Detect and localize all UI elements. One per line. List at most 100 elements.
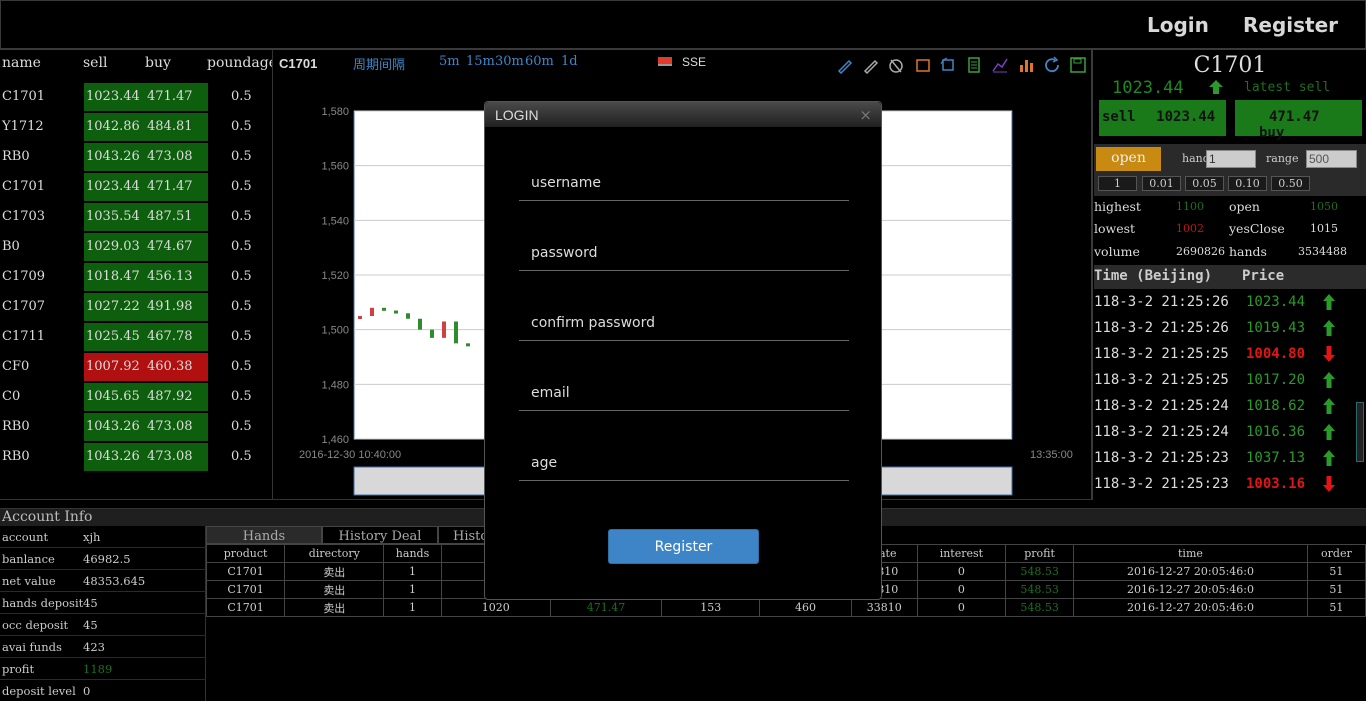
tick-price: 1023.44 (1246, 294, 1306, 310)
list-item[interactable]: CF0 1007.92 460.38 0.5 (0, 352, 272, 382)
list-item[interactable]: RB0 1043.26 473.08 0.5 (0, 412, 272, 442)
up-arrow-icon (1323, 450, 1335, 466)
table-cell: C1701 (205, 580, 286, 599)
buy-button[interactable]: 471.47 buy (1235, 100, 1362, 141)
down-arrow-icon (1323, 476, 1335, 492)
list-item-buy: 473.08 (145, 143, 208, 171)
list-item-name: B0 (2, 239, 20, 254)
latest-sell-label: latest sell (1244, 80, 1331, 95)
table-cell: 2016-12-27 20:05:46:0 (1073, 580, 1308, 599)
candle[interactable] (394, 310, 398, 314)
list-item[interactable]: C1707 1027.22 491.98 0.5 (0, 292, 272, 322)
candle[interactable] (406, 313, 410, 319)
open-button[interactable]: open (1096, 147, 1161, 171)
password-field[interactable] (519, 235, 849, 271)
list-item-poundage: 0.5 (231, 329, 252, 344)
list-item-sell: 1007.92 (84, 353, 145, 381)
list-item-name: RB0 (2, 419, 30, 434)
step-1[interactable]: 1 (1098, 176, 1137, 191)
tick-row: 118-3-2 21:25:26 1019.43 (1094, 316, 1366, 342)
tick-price: 1017.20 (1246, 372, 1306, 388)
hands-input[interactable] (1206, 150, 1256, 168)
account-key: occ deposit (2, 618, 69, 632)
list-item-name: C1703 (2, 209, 46, 224)
candle[interactable] (442, 321, 446, 338)
register-button[interactable]: Register (608, 529, 759, 564)
quote-symbol: C1701 (1193, 53, 1267, 78)
candle[interactable] (358, 316, 362, 319)
tick-price: 1016.36 (1246, 424, 1306, 440)
age-field[interactable] (519, 445, 849, 481)
list-item-poundage: 0.5 (231, 149, 252, 164)
table-cell: 1020 (440, 598, 551, 617)
register-link[interactable]: Register (1243, 13, 1338, 37)
table-cell: C1701 (205, 562, 286, 581)
account-row: occ deposit 45 (0, 614, 206, 636)
tick-price: 1018.62 (1246, 398, 1306, 414)
sell-button[interactable]: sell 1023.44 (1099, 100, 1226, 136)
table-row[interactable]: C1701 卖出 1 1020 471.47 153 460 33810 0 548.53 2016… (205, 598, 1366, 617)
tab-hands[interactable]: Hands (206, 526, 322, 544)
candle[interactable] (370, 307, 374, 316)
list-item[interactable]: C1703 1035.54 487.51 0.5 (0, 202, 272, 232)
step-0-05[interactable]: 0.05 (1185, 176, 1224, 191)
account-value: 0 (83, 684, 91, 698)
account-row: profit 1189 (0, 658, 206, 680)
candle[interactable] (430, 329, 434, 338)
table-cell: 548.53 (1004, 598, 1075, 617)
tab-history-deal[interactable]: History Deal (322, 526, 438, 544)
range-input[interactable] (1306, 150, 1357, 168)
list-item-name: C1701 (2, 89, 46, 104)
list-item-buy: 460.38 (145, 353, 208, 381)
candle[interactable] (382, 307, 386, 311)
list-item[interactable]: RB0 1043.26 473.08 0.5 (0, 442, 272, 472)
table-cell: 153 (661, 598, 761, 617)
table-cell: 0 (916, 562, 1007, 581)
candle[interactable] (454, 321, 458, 344)
list-header-sell: sell (83, 55, 108, 71)
list-item[interactable]: C1701 1023.44 471.47 0.5 (0, 82, 272, 112)
confirm-password-field[interactable] (519, 305, 849, 341)
list-item[interactable]: C0 1045.65 487.92 0.5 (0, 382, 272, 412)
table-cell: 51 (1306, 598, 1366, 617)
list-item[interactable]: Y1712 1042.86 484.81 0.5 (0, 112, 272, 142)
y-tick-label: 1,580 (321, 106, 349, 118)
up-arrow-icon (1323, 294, 1335, 310)
table-cell: 460 (759, 598, 852, 617)
up-arrow-icon (1323, 320, 1335, 336)
modal-header: LOGIN × (485, 102, 881, 127)
list-item-buy: 456.13 (145, 263, 208, 291)
sell-price: 1023.44 (1156, 109, 1216, 125)
candle[interactable] (466, 343, 470, 347)
list-item[interactable]: C1701 1023.44 471.47 0.5 (0, 172, 272, 202)
y-tick-label: 1,480 (321, 379, 349, 391)
list-header-poundage: poundage (207, 55, 273, 71)
column-header: directory (284, 544, 385, 563)
list-item[interactable]: RB0 1043.26 473.08 0.5 (0, 142, 272, 172)
account-row: account xjh (0, 526, 206, 548)
tick-price: 1004.80 (1246, 346, 1306, 362)
buy-label: buy (1259, 125, 1285, 141)
email-field[interactable] (519, 375, 849, 411)
list-item[interactable]: C1711 1025.45 467.78 0.5 (0, 322, 272, 352)
quote-panel: C1701 1023.44 latest sell sell 1023.44 4… (1094, 50, 1366, 500)
username-field[interactable] (519, 165, 849, 201)
close-icon[interactable]: × (859, 106, 872, 124)
candle[interactable] (418, 318, 422, 330)
list-item-sell: 1043.26 (84, 443, 145, 471)
list-item-sell: 1029.03 (84, 233, 145, 261)
table-cell: 51 (1306, 580, 1366, 599)
step-0-01[interactable]: 0.01 (1142, 176, 1181, 191)
lowest-label: lowest (1094, 221, 1136, 236)
scrollbar[interactable] (1356, 402, 1364, 462)
list-item-poundage: 0.5 (231, 449, 252, 464)
list-item[interactable]: B0 1029.03 474.67 0.5 (0, 232, 272, 262)
login-link[interactable]: Login (1147, 13, 1209, 37)
list-item[interactable]: C1709 1018.47 456.13 0.5 (0, 262, 272, 292)
step-0-10[interactable]: 0.10 (1228, 176, 1267, 191)
step-0-50[interactable]: 0.50 (1271, 176, 1310, 191)
y-tick-label: 1,520 (321, 270, 349, 282)
list-item-sell: 1042.86 (84, 113, 145, 141)
list-item-buy: 471.47 (145, 173, 208, 201)
list-item-name: C1707 (2, 299, 46, 314)
